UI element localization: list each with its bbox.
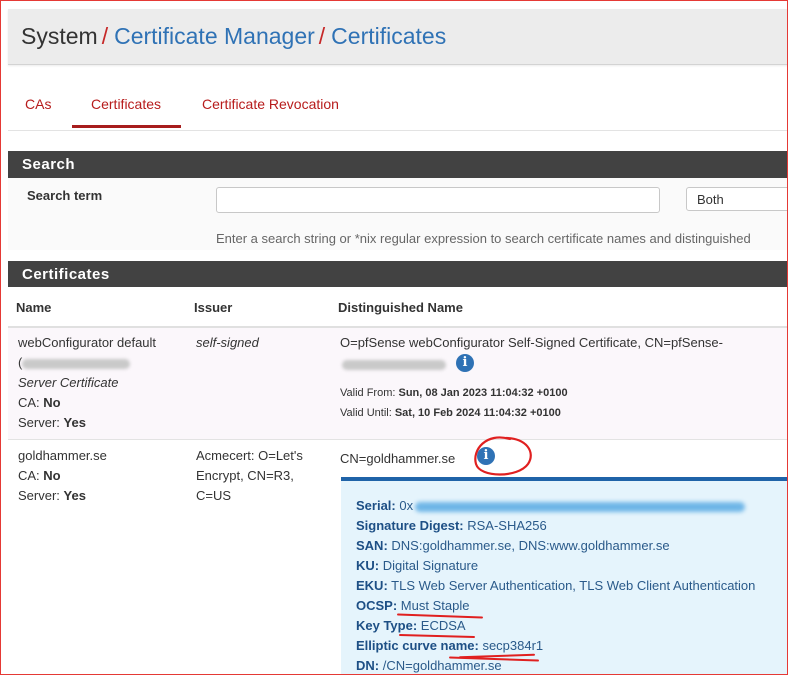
detail-value: Must Staple (400, 598, 470, 613)
detail-ku: KU: Digital Signature (356, 558, 478, 573)
detail-serial: Serial: 0x (356, 498, 746, 513)
cert-issuer: Acmecert: O=Let's Encrypt, CN=R3, C=US (196, 446, 326, 506)
detail-value: 0x (399, 498, 414, 513)
cert-name-redacted: ( (18, 353, 188, 373)
cert-name-cell: webConfigurator default ( Server Certifi… (18, 333, 188, 433)
column-header-issuer[interactable]: Issuer (194, 300, 232, 315)
cert-ca-line: CA: No (18, 393, 188, 413)
column-header-name[interactable]: Name (16, 300, 51, 315)
cert-name: webConfigurator default (18, 335, 157, 350)
detail-key: Key Type: (356, 618, 418, 633)
server-label: Server: (18, 488, 60, 503)
tab-certificates[interactable]: Certificates (91, 96, 161, 112)
column-header-distinguished-name[interactable]: Distinguished Name (338, 300, 463, 315)
ca-label: CA: (18, 395, 40, 410)
detail-key: Signature Digest: (356, 518, 464, 533)
ca-value: No (43, 395, 61, 410)
cert-server-line: Server: Yes (18, 413, 188, 433)
redacted-blur (22, 358, 131, 369)
detail-ocsp: OCSP: Must Staple (356, 598, 469, 613)
cert-type: Server Certificate (18, 375, 119, 390)
detail-value: ECDSA (420, 618, 466, 633)
detail-key: Serial: (356, 498, 396, 513)
ca-label: CA: (18, 468, 40, 483)
redacted-blur (415, 501, 746, 512)
server-label: Server: (18, 415, 60, 430)
issuer-line: Encrypt, CN=R3, (196, 468, 294, 483)
cert-name: goldhammer.se (18, 448, 107, 463)
issuer-line: C=US (196, 488, 232, 503)
search-input[interactable] (216, 187, 660, 213)
tab-bar: CAs Certificates Certificate Revocation (8, 86, 787, 131)
search-panel-heading: Search (8, 151, 787, 178)
annotation-circle (474, 436, 532, 476)
valid-from-value: Sun, 08 Jan 2023 11:04:32 +0100 (398, 387, 568, 399)
breadcrumb-certificate-manager[interactable]: Certificate Manager (114, 23, 315, 49)
page-header: System / Certificate Manager / Certificates (8, 9, 787, 65)
detail-key-type: Key Type: ECDSA (356, 618, 466, 633)
tab-cas[interactable]: CAs (25, 96, 51, 112)
detail-key: OCSP: (356, 598, 398, 613)
issuer-line: Acmecert: O=Let's (196, 448, 303, 463)
detail-key: SAN: (356, 538, 388, 553)
valid-until-value: Sat, 10 Feb 2024 11:04:32 +0100 (394, 407, 561, 419)
detail-key: EKU: (356, 578, 388, 593)
search-scope-select[interactable]: Both (686, 187, 787, 211)
detail-value: secp384r1 (482, 638, 544, 653)
search-panel-title: Search (22, 156, 76, 173)
detail-key: KU: (356, 558, 380, 573)
detail-value: Digital Signature (382, 558, 479, 573)
table-row: goldhammer.se CA: No Server: Yes Acmecer… (8, 436, 787, 674)
valid-from: Valid From: Sun, 08 Jan 2023 11:04:32 +0… (340, 387, 568, 399)
cert-server-line: Server: Yes (18, 486, 188, 506)
search-help-text: Enter a search string or *nix regular ex… (216, 231, 751, 246)
valid-until: Valid Until: Sat, 10 Feb 2024 11:04:32 +… (340, 407, 561, 419)
certificates-panel-title: Certificates (22, 266, 110, 283)
detail-value: RSA-SHA256 (467, 518, 547, 533)
info-circle-icon[interactable]: i (456, 354, 474, 372)
search-scope-value: Both (697, 192, 724, 207)
detail-value: TLS Web Server Authentication, TLS Web C… (391, 578, 756, 593)
breadcrumb-separator: / (318, 23, 326, 49)
server-value: Yes (63, 488, 86, 503)
detail-value: DNS:goldhammer.se, DNS:www.goldhammer.se (391, 538, 670, 553)
tab-certificate-revocation[interactable]: Certificate Revocation (202, 96, 339, 112)
valid-until-label: Valid Until: (340, 407, 392, 419)
detail-value: /CN=goldhammer.se (382, 658, 502, 673)
table-header: Name Issuer Distinguished Name (8, 287, 787, 328)
server-value: Yes (63, 415, 86, 430)
detail-elliptic-curve: Elliptic curve name: secp384r1 (356, 638, 543, 653)
cert-dn: O=pfSense webConfigurator Self-Signed Ce… (340, 335, 723, 350)
redacted-blur (342, 360, 446, 370)
active-tab-indicator (72, 125, 181, 128)
certificates-panel-heading: Certificates (8, 261, 787, 288)
breadcrumb-separator: / (101, 23, 109, 49)
detail-key: DN: (356, 658, 380, 673)
table-row: webConfigurator default ( Server Certifi… (8, 328, 787, 440)
cert-ca-line: CA: No (18, 466, 188, 486)
search-panel-body: Search term Both Enter a search string o… (8, 178, 787, 250)
breadcrumb-system: System (21, 23, 98, 49)
search-term-label: Search term (27, 188, 103, 203)
valid-from-label: Valid From: (340, 387, 396, 399)
screenshot-frame: System / Certificate Manager / Certificates … (0, 0, 788, 675)
detail-key: Elliptic curve name: (356, 638, 479, 653)
detail-san: SAN: DNS:goldhammer.se, DNS:www.goldhamm… (356, 538, 670, 553)
breadcrumb-certificates[interactable]: Certificates (331, 23, 446, 49)
ca-value: No (43, 468, 61, 483)
detail-eku: EKU: TLS Web Server Authentication, TLS … (356, 578, 755, 593)
detail-dn: DN: /CN=goldhammer.se (356, 658, 502, 673)
certificate-details-popover: Serial: 0x Signature Digest: RSA-SHA256 … (341, 477, 787, 674)
detail-signature-digest: Signature Digest: RSA-SHA256 (356, 518, 547, 533)
cert-issuer: self-signed (196, 335, 259, 350)
cert-dn: CN=goldhammer.se (340, 451, 456, 466)
breadcrumb: System / Certificate Manager / Certificates (21, 23, 446, 50)
cert-name-cell: goldhammer.se CA: No Server: Yes (18, 446, 188, 506)
